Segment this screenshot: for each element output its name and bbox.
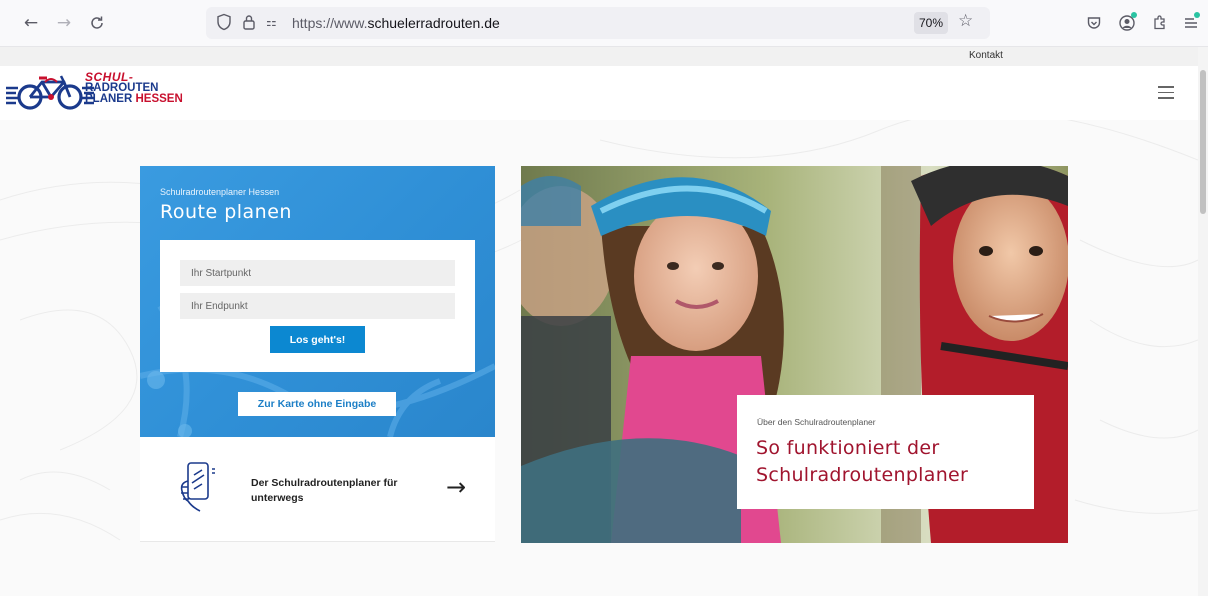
arrow-right-icon[interactable]: →: [446, 473, 466, 501]
smartphone-hand-icon: [180, 462, 215, 512]
permissions-icon[interactable]: ⚏: [266, 15, 277, 29]
url-text[interactable]: https://www.schuelerradrouten.de: [292, 15, 500, 31]
planner-title: Route planen: [160, 201, 292, 223]
mobile-planner-text: Der Schulradroutenplaner für unterwegs: [251, 477, 398, 504]
browser-toolbar: ← → ⚏ https://www.schuelerradrouten.de 7…: [0, 0, 1208, 47]
scrollbar-thumb[interactable]: [1200, 70, 1206, 214]
bicycle-logo-icon: [6, 75, 94, 110]
mobile-planner-link[interactable]: Der Schulradroutenplaner für unterwegs →: [140, 437, 495, 542]
update-badge-dot: [1194, 12, 1200, 18]
logo-wordmark[interactable]: SCHUL- RADROUTEN PLANER HESSEN: [85, 71, 183, 105]
how-it-works-subtitle: Über den Schulradroutenplaner: [757, 417, 876, 427]
kontakt-link[interactable]: Kontakt: [969, 50, 1003, 61]
account-badge-dot: [1131, 12, 1137, 18]
reload-icon[interactable]: [86, 12, 108, 34]
back-icon[interactable]: ←: [20, 12, 42, 34]
los-gehts-button[interactable]: Los geht's!: [270, 326, 365, 353]
how-it-works-title[interactable]: So funktioniert der Schulradroutenplaner: [756, 435, 1026, 489]
address-bar[interactable]: ⚏ https://www.schuelerradrouten.de 70% ☆: [206, 7, 990, 39]
pocket-icon[interactable]: [1083, 12, 1105, 34]
map-without-input-button[interactable]: Zur Karte ohne Eingabe: [238, 392, 396, 416]
lock-icon[interactable]: [242, 13, 256, 35]
route-planner-card: Schulradroutenplaner Hessen Route planen…: [140, 166, 495, 437]
zoom-level[interactable]: 70%: [914, 12, 948, 34]
how-it-works-box[interactable]: Über den Schulradroutenplaner So funktio…: [737, 395, 1034, 509]
shield-icon[interactable]: [216, 13, 232, 35]
hamburger-menu-icon[interactable]: [1158, 86, 1174, 103]
forward-icon[interactable]: →: [53, 12, 75, 34]
bookmark-star-icon[interactable]: ☆: [958, 11, 973, 31]
route-form: Los geht's!: [160, 240, 475, 372]
site-top-strip: [0, 47, 1198, 66]
extensions-icon[interactable]: [1149, 12, 1171, 34]
end-point-input[interactable]: [180, 293, 455, 319]
start-point-input[interactable]: [180, 260, 455, 286]
planner-subtitle: Schulradroutenplaner Hessen: [160, 187, 280, 197]
